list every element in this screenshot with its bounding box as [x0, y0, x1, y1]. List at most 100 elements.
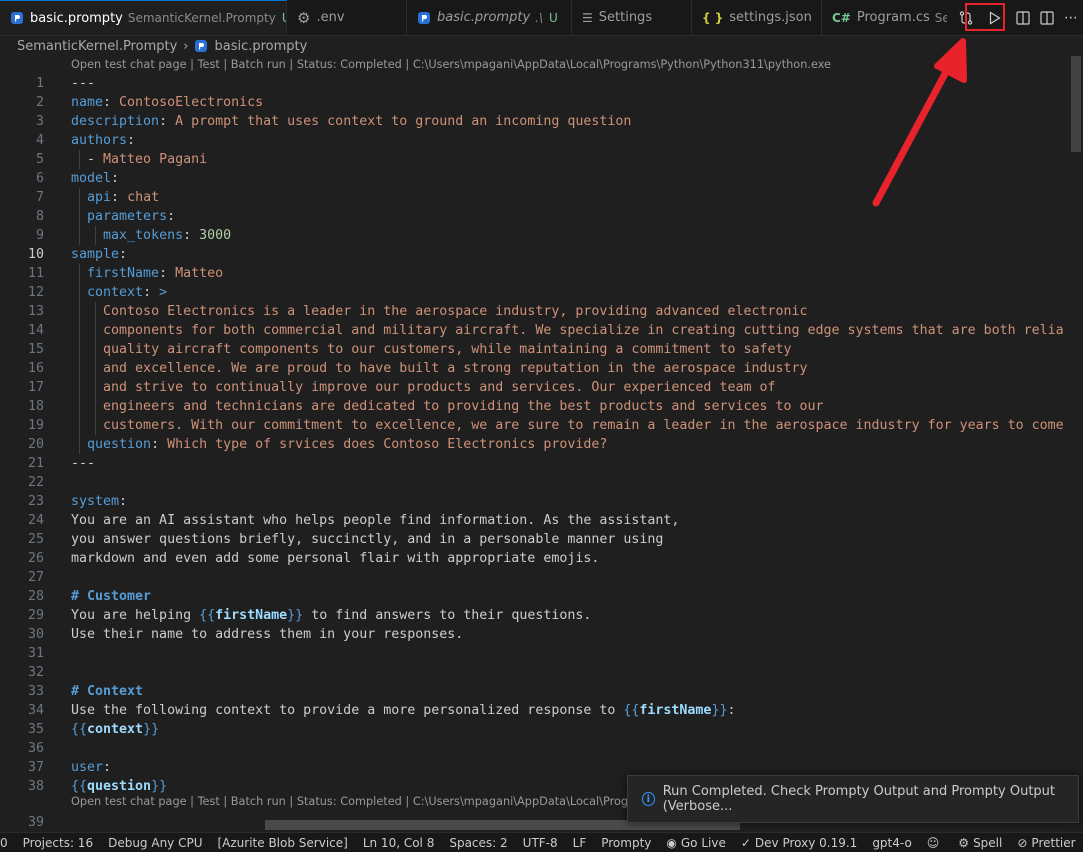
split-editor-icon[interactable] — [1035, 5, 1059, 31]
code-token: : — [119, 494, 128, 509]
breadcrumb-folder[interactable]: SemanticKernel.Prompty — [17, 39, 177, 54]
code-line[interactable]: 12 context: > — [0, 283, 1083, 302]
code-line[interactable]: 4 authors: — [0, 131, 1083, 150]
notification-text: Run Completed. Check Prompty Output and … — [662, 784, 1055, 814]
line-number: 23 — [27, 494, 44, 509]
code-line[interactable]: 25 you answer questions briefly, succinct… — [0, 530, 1083, 549]
status-item[interactable]: Spaces: 2 — [449, 836, 507, 850]
status-item[interactable]: [Azurite Blob Service] — [217, 836, 347, 850]
tab-basic-prompty-2[interactable]: basic.prompty .\ U — [407, 0, 572, 35]
code-token: : — [167, 209, 176, 224]
status-item[interactable]: Projects: 16 — [23, 836, 93, 850]
tab-settings[interactable]: ☰ Settings — [572, 0, 692, 35]
line-content: Use the following context to provide a m… — [71, 701, 735, 720]
line-number: 20 — [27, 437, 44, 452]
code-line[interactable]: 19 customers. With our commitment to exc… — [0, 416, 1083, 435]
code-line[interactable]: 13 Contoso Electronics is a leader in th… — [0, 302, 1083, 321]
code-line[interactable]: 9 max_tokens: 3000 — [0, 226, 1083, 245]
status-item[interactable]: LF — [573, 836, 587, 850]
code-line[interactable]: 27 — [0, 568, 1083, 587]
tab-env[interactable]: ⚙ .env — [287, 0, 407, 35]
code-token: question — [87, 437, 152, 452]
code-line[interactable]: 11 firstName: Matteo — [0, 264, 1083, 283]
status-bar: 0 Projects: 16 Debug Any CPU [Azurite Blob … — [0, 832, 1083, 852]
code-line[interactable]: 35 {{context}} — [0, 720, 1083, 739]
status-item[interactable]: 0 — [0, 836, 8, 850]
code-token: and excellence. We are proud to have bui… — [103, 361, 808, 376]
code-line[interactable]: 7 api: chat — [0, 188, 1083, 207]
breadcrumb-file[interactable]: basic.prompty — [214, 39, 307, 54]
code-line[interactable]: 22 — [0, 473, 1083, 492]
code-token: authors — [71, 133, 128, 148]
line-number: 37 — [27, 760, 44, 775]
line-content: firstName: Matteo — [71, 264, 223, 283]
code-token: : — [151, 437, 168, 452]
status-item-label: Prompty — [601, 835, 652, 850]
code-line[interactable]: 15 quality aircraft components to our cu… — [0, 340, 1083, 359]
status-item[interactable]: UTF-8 — [523, 836, 558, 850]
code-token: components for both commercial and milit… — [103, 323, 1064, 338]
code-line[interactable]: 21 --- — [0, 454, 1083, 473]
status-item[interactable]: Ln 10, Col 8 — [363, 836, 435, 850]
status-item[interactable]: Prompty — [601, 836, 651, 850]
code-line[interactable]: 6 model: — [0, 169, 1083, 188]
code-line[interactable]: 30 Use their name to address them in your… — [0, 625, 1083, 644]
line-content: and excellence. We are proud to have bui… — [71, 359, 808, 378]
code-line[interactable]: 2 name: ContosoElectronics — [0, 93, 1083, 112]
code-line[interactable]: 18 engineers and technicians are dedicat… — [0, 397, 1083, 416]
status-item[interactable]: ⚙ Spell — [958, 836, 1002, 850]
tab-settings-json[interactable]: { } settings.json — [692, 0, 822, 35]
vertical-scrollbar[interactable] — [1069, 56, 1083, 828]
code-line[interactable]: 28 # Customer — [0, 587, 1083, 606]
code-token: {{ — [71, 722, 88, 737]
codelens-top[interactable]: Open test chat page | Test | Batch run |… — [71, 57, 831, 73]
scrollbar-thumb[interactable] — [1071, 56, 1081, 152]
code-token: : — [111, 190, 128, 205]
status-item[interactable]: ⊘ Prettier — [1017, 836, 1075, 850]
code-line[interactable]: 24 You are an AI assistant who helps peop… — [0, 511, 1083, 530]
status-item[interactable]: ✓ Dev Proxy 0.19.1 — [741, 836, 857, 850]
code-line[interactable]: 20 question: Which type of srvices does … — [0, 435, 1083, 454]
tab-basic-prompty[interactable]: basic.prompty SemanticKernel.Prompty U ✕ — [0, 0, 287, 35]
status-item[interactable]: Debug Any CPU — [108, 836, 202, 850]
code-token: name — [71, 95, 104, 110]
notification-toast[interactable]: i Run Completed. Check Prompty Output an… — [627, 775, 1079, 823]
codelens-bottom[interactable]: Open test chat page | Test | Batch run |… — [71, 794, 685, 810]
code-line[interactable]: 32 — [0, 663, 1083, 682]
tab-label: Program.cs — [856, 10, 930, 25]
status-item[interactable]: ◉ Go Live — [666, 836, 725, 850]
code-line[interactable]: 10 sample: — [0, 245, 1083, 264]
status-item[interactable]: gpt4-o — [872, 836, 911, 850]
line-number: 6 — [35, 171, 44, 186]
code-token: 3000 — [199, 228, 232, 243]
code-line[interactable]: 33 # Context — [0, 682, 1083, 701]
code-token: and strive to continually improve our pr… — [103, 380, 776, 395]
code-line[interactable]: 36 — [0, 739, 1083, 758]
code-line[interactable]: 1 --- — [0, 74, 1083, 93]
line-number: 26 — [27, 551, 44, 566]
code-line[interactable]: 17 and strive to continually improve our… — [0, 378, 1083, 397]
line-number: 15 — [27, 342, 44, 357]
code-line[interactable]: 29 You are helping {{firstName}} to find … — [0, 606, 1083, 625]
code-line[interactable]: 31 — [0, 644, 1083, 663]
json-icon: { } — [702, 10, 724, 25]
code-line[interactable]: 23 system: — [0, 492, 1083, 511]
more-actions-icon[interactable]: ⋯ — [1059, 5, 1083, 31]
code-line[interactable]: 16 and excellence. We are proud to have … — [0, 359, 1083, 378]
code-line[interactable]: 5 - Matteo Pagani — [0, 150, 1083, 169]
line-content: components for both commercial and milit… — [71, 321, 1064, 340]
tab-program-cs[interactable]: C# Program.cs Sem — [822, 0, 947, 35]
code-token: user — [71, 760, 104, 775]
open-preview-icon[interactable] — [1010, 5, 1034, 31]
code-token: description — [71, 114, 160, 129]
code-line[interactable]: 8 parameters: — [0, 207, 1083, 226]
code-editor[interactable]: Open test chat page | Test | Batch run |… — [0, 56, 1083, 828]
prohibited-icon: ⊘ — [1017, 835, 1028, 850]
code-line[interactable]: 14 components for both commercial and mi… — [0, 321, 1083, 340]
code-line[interactable]: 34 Use the following context to provide a… — [0, 701, 1083, 720]
code-line[interactable]: 26 markdown and even add some personal fl… — [0, 549, 1083, 568]
status-item[interactable]: ☺ — [927, 836, 944, 850]
code-line[interactable]: 3 description: A prompt that uses context… — [0, 112, 1083, 131]
code-token: : — [103, 760, 112, 775]
